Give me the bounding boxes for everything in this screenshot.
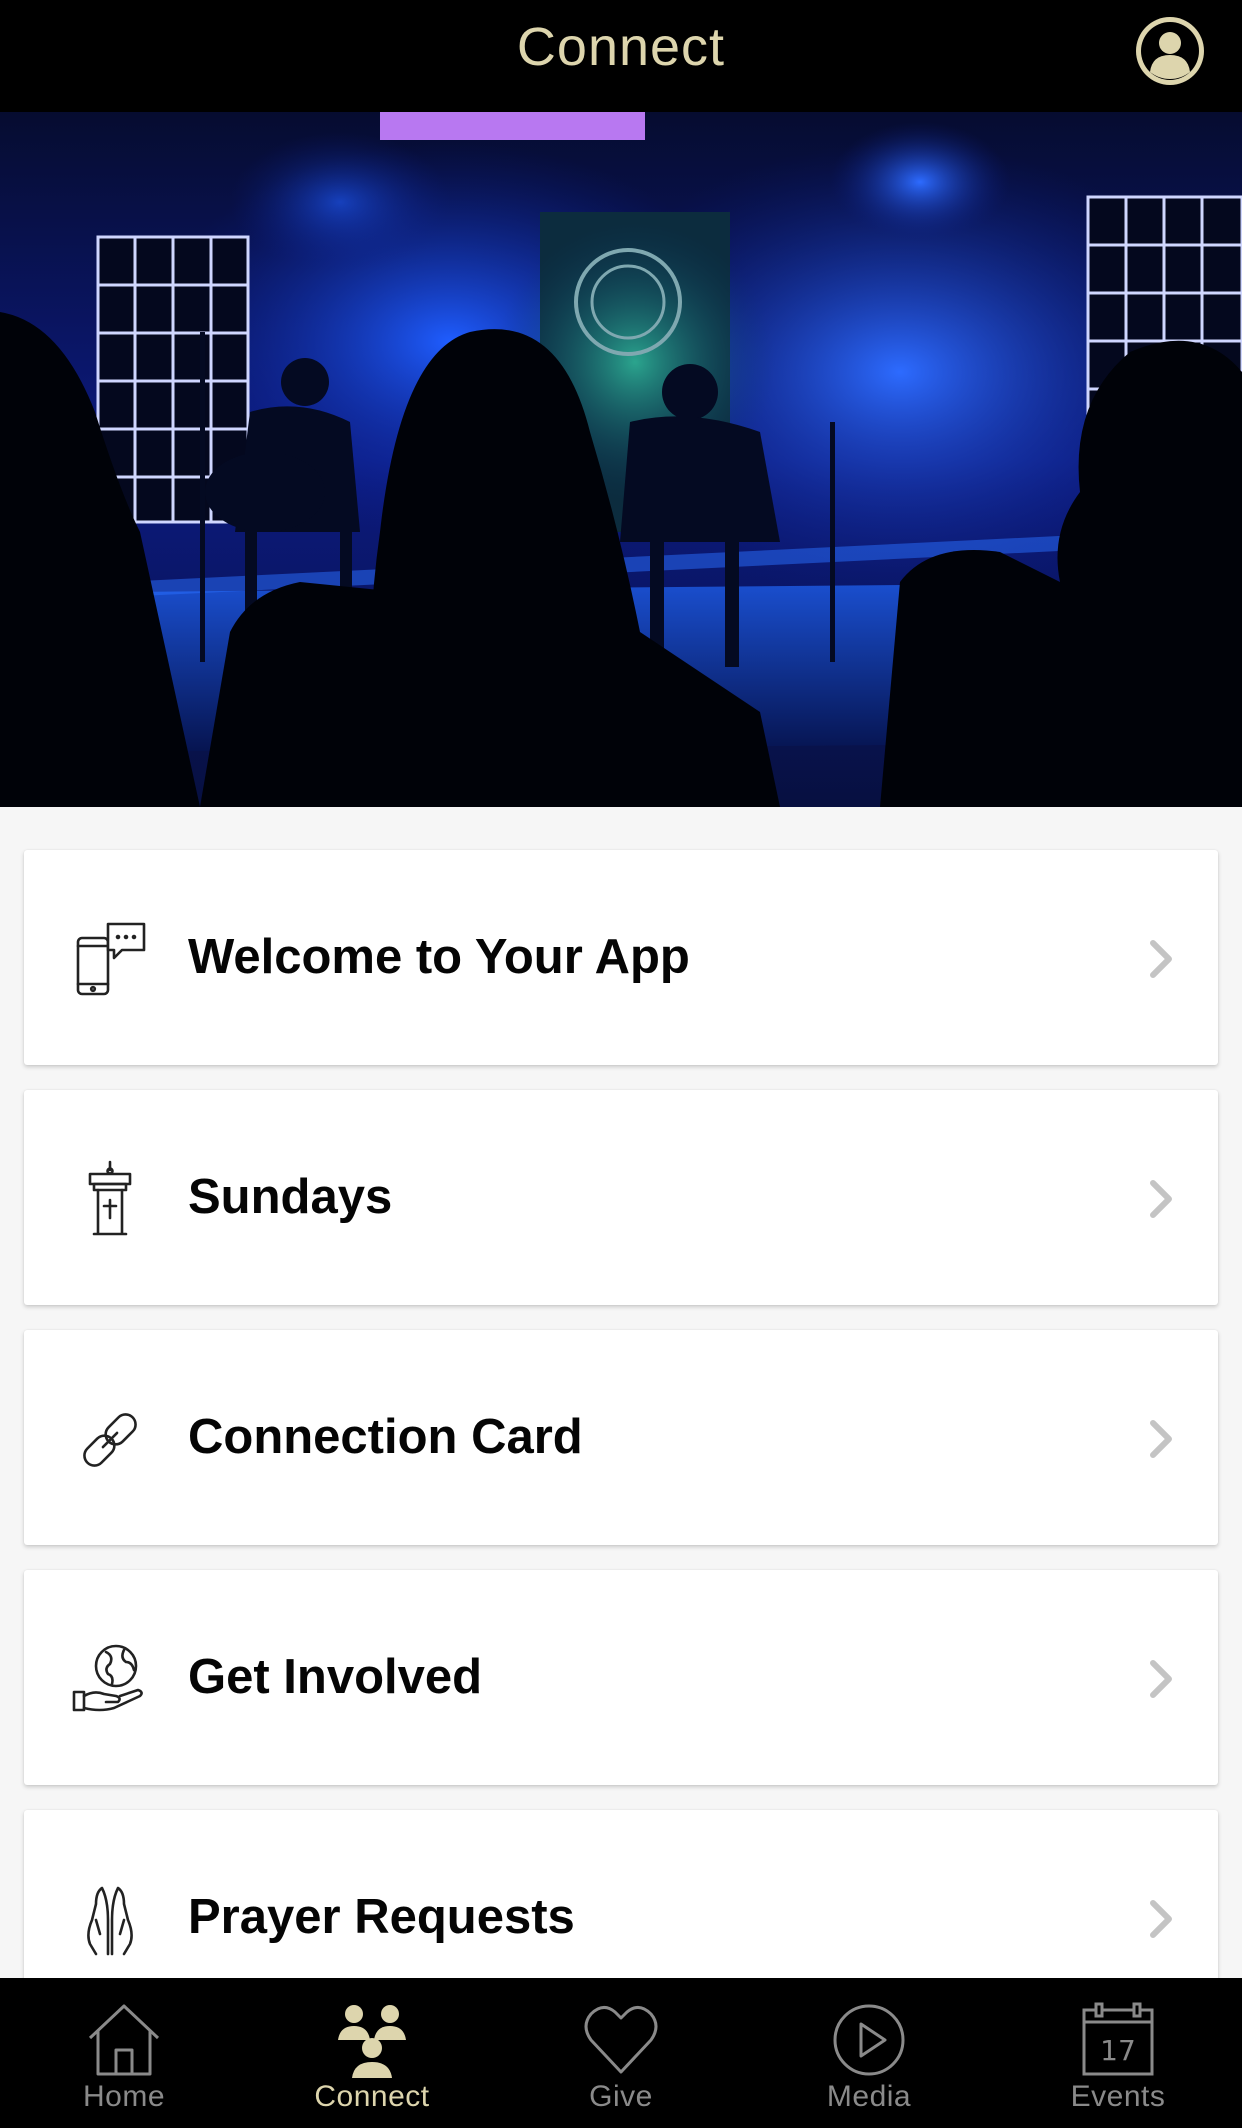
chevron-right-icon — [1150, 940, 1172, 978]
hero-image — [0, 112, 1242, 807]
tab-give[interactable]: Give — [497, 1978, 745, 2128]
page-title: Connect — [516, 17, 726, 77]
menu-item-sundays[interactable]: Sundays — [24, 1090, 1218, 1305]
calendar-day: 17 — [1100, 2034, 1136, 2067]
menu-item-label: Get Involved — [188, 1650, 483, 1704]
home-icon — [88, 2004, 160, 2076]
pulpit-icon — [88, 1160, 132, 1236]
play-circle-icon — [833, 2004, 905, 2076]
calendar-icon: 17 — [1082, 2002, 1154, 2076]
praying-hands-icon — [87, 1886, 133, 1956]
tab-media[interactable]: Media — [745, 1978, 993, 2128]
menu-item-connection-card[interactable]: Connection Card — [24, 1330, 1218, 1545]
tab-label: Events — [1070, 2080, 1166, 2113]
menu-item-label: Sundays — [188, 1170, 393, 1224]
menu-item-welcome[interactable]: Welcome to Your App — [24, 850, 1218, 1065]
bottom-tab-bar: Home Connect Give Media 17 Events — [0, 1978, 1242, 2128]
chevron-right-icon — [1150, 1180, 1172, 1218]
chevron-right-icon — [1150, 1420, 1172, 1458]
top-bar: Connect — [0, 0, 1242, 112]
tab-label: Connect — [314, 2080, 430, 2113]
heart-icon — [584, 2006, 658, 2074]
tab-connect[interactable]: Connect — [248, 1978, 496, 2128]
tab-label: Media — [826, 2080, 912, 2113]
link-icon — [83, 1413, 137, 1467]
tab-label: Home — [82, 2080, 166, 2113]
tab-home[interactable]: Home — [0, 1978, 248, 2128]
hero-illustration — [0, 112, 1242, 807]
globe-hand-icon — [72, 1644, 143, 1712]
tab-events[interactable]: 17 Events — [994, 1978, 1242, 2128]
people-icon — [338, 2005, 406, 2078]
tab-label: Give — [589, 2080, 653, 2113]
menu-item-label: Connection Card — [188, 1410, 583, 1464]
chevron-right-icon — [1150, 1660, 1172, 1698]
chevron-right-icon — [1150, 1900, 1172, 1938]
menu-item-get-involved[interactable]: Get Involved — [24, 1570, 1218, 1785]
phone-chat-icon — [76, 922, 146, 996]
menu-item-label: Welcome to Your App — [188, 930, 690, 984]
user-circle-icon[interactable] — [1136, 17, 1204, 85]
